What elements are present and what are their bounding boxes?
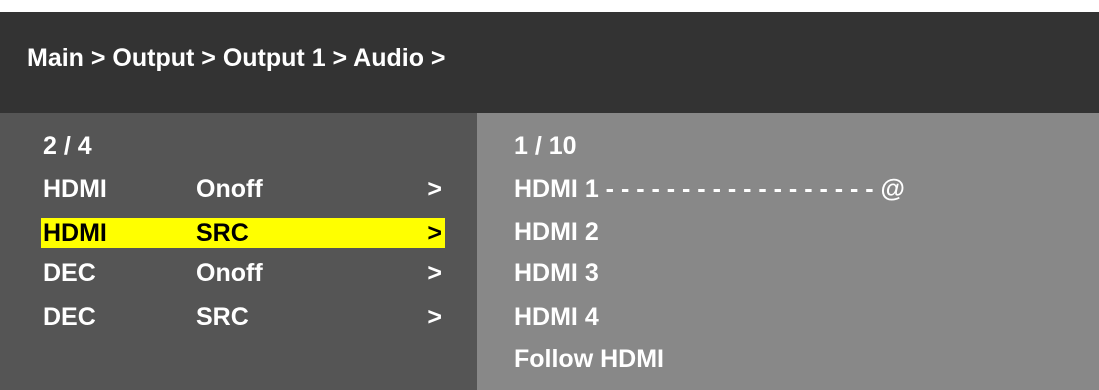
- option-follow-hdmi[interactable]: Follow HDMI: [514, 344, 664, 374]
- menu-item-value: Onoff: [196, 175, 263, 203]
- chevron-right-icon: >: [427, 175, 442, 203]
- chevron-right-icon: >: [427, 219, 442, 247]
- menu-item-value: SRC: [196, 219, 249, 247]
- option-hdmi-2[interactable]: HDMI 2: [514, 217, 599, 247]
- chevron-right-icon: >: [427, 303, 442, 331]
- option-hdmi-1[interactable]: HDMI 1 - - - - - - - - - - - - - - - - -…: [514, 174, 905, 204]
- menu-item-label: DEC: [43, 259, 96, 287]
- breadcrumb: Main > Output > Output 1 > Audio >: [27, 44, 446, 72]
- left-page-indicator: 2 / 4: [43, 132, 92, 160]
- menu-item-dec-onoff[interactable]: DEC Onoff >: [41, 258, 445, 288]
- menu-item-value: SRC: [196, 303, 249, 331]
- menu-item-hdmi-src[interactable]: HDMI SRC >: [41, 218, 445, 248]
- menu-item-label: HDMI: [43, 175, 107, 203]
- menu-item-value: Onoff: [196, 259, 263, 287]
- menu-item-label: DEC: [43, 303, 96, 331]
- menu-item-label: HDMI: [43, 219, 107, 247]
- option-hdmi-4[interactable]: HDMI 4: [514, 302, 599, 332]
- option-hdmi-3[interactable]: HDMI 3: [514, 258, 599, 288]
- menu-item-dec-src[interactable]: DEC SRC >: [41, 302, 445, 332]
- chevron-right-icon: >: [427, 259, 442, 287]
- right-page-indicator: 1 / 10: [514, 132, 577, 160]
- menu-item-hdmi-onoff[interactable]: HDMI Onoff >: [41, 174, 445, 204]
